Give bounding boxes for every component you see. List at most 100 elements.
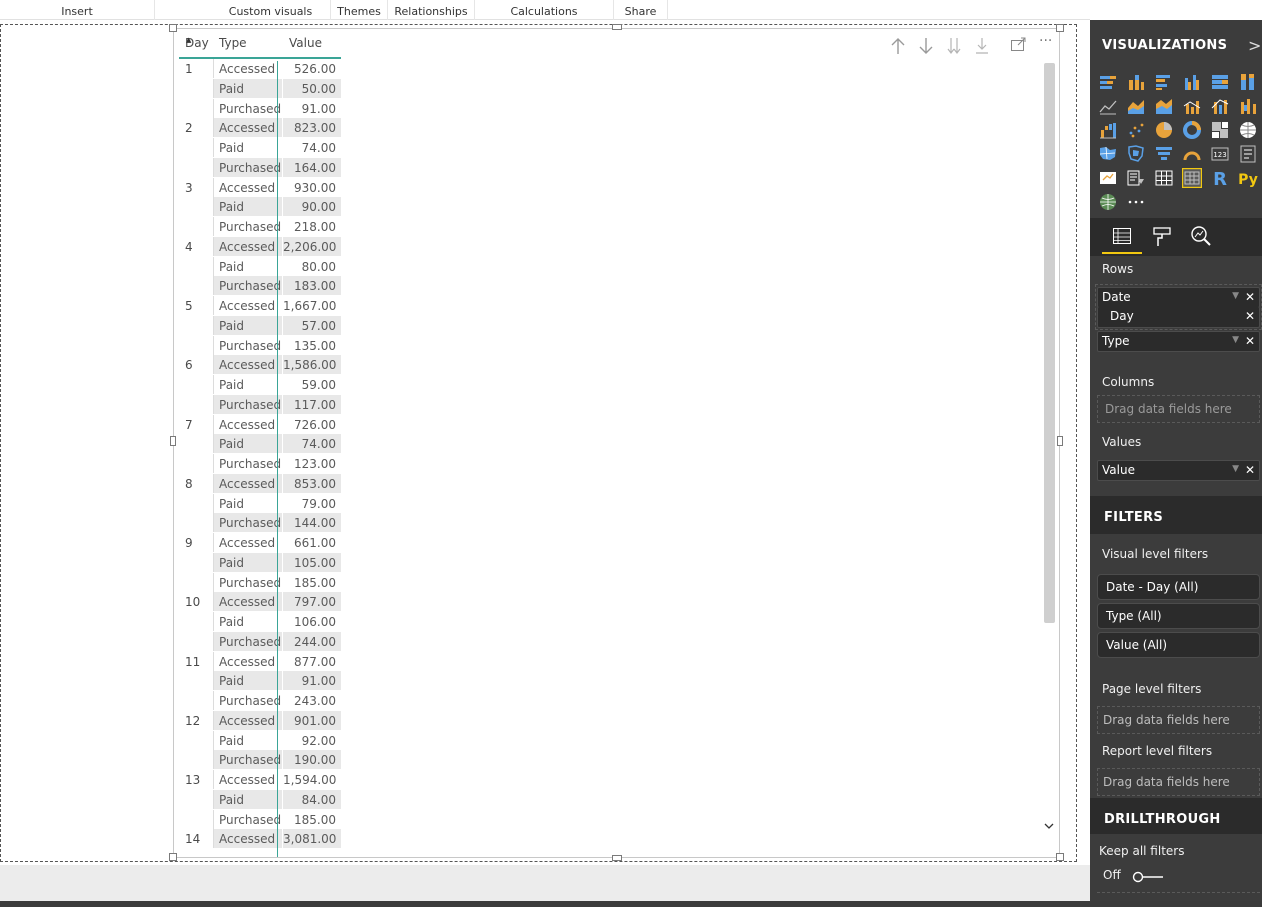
scatter-chart-icon[interactable] bbox=[1126, 120, 1146, 140]
ribbon-group-insert[interactable]: Insert bbox=[0, 0, 155, 20]
table-row[interactable]: Purchased 144.00 bbox=[179, 513, 341, 533]
table-row[interactable]: 1 Accessed 526.00 bbox=[179, 59, 341, 79]
area-chart-icon[interactable] bbox=[1126, 96, 1146, 116]
rows-field-date[interactable]: Date ▼ ✕ bbox=[1097, 287, 1260, 308]
table-row[interactable]: Purchased 91.00 bbox=[179, 98, 341, 119]
analytics-magnifier-icon[interactable] bbox=[1190, 225, 1212, 251]
table-row[interactable]: 12 Accessed 901.00 bbox=[179, 710, 341, 731]
filter-card-value[interactable]: Value (All) bbox=[1097, 632, 1260, 658]
more-options-icon[interactable]: ··· bbox=[1039, 33, 1052, 49]
waterfall-icon[interactable] bbox=[1098, 120, 1118, 140]
matrix-icon[interactable] bbox=[1181, 167, 1203, 189]
map-icon[interactable] bbox=[1238, 120, 1258, 140]
table-row[interactable]: Purchased 135.00 bbox=[179, 335, 341, 356]
column-header-type[interactable]: Type bbox=[219, 36, 247, 50]
table-row[interactable]: 11 Accessed 877.00 bbox=[179, 651, 341, 672]
table-row[interactable]: Purchased 185.00 bbox=[179, 809, 341, 830]
table-row[interactable]: Purchased 123.00 bbox=[179, 454, 341, 474]
kpi-icon[interactable] bbox=[1098, 168, 1118, 188]
table-row[interactable]: Paid 106.00 bbox=[179, 612, 341, 632]
rows-field-day[interactable]: Day ✕ bbox=[1097, 307, 1260, 328]
ribbon-group-calculations[interactable]: Calculations bbox=[475, 0, 614, 20]
report-canvas[interactable]: Day Type Value ▲ 1 Accessed 526.00 Paid 50.0… bbox=[0, 20, 1090, 865]
ribbon-group-share[interactable]: Share bbox=[614, 0, 668, 20]
table-row[interactable]: 14 Accessed 3,081.00 bbox=[179, 829, 341, 849]
funnel-icon[interactable] bbox=[1154, 144, 1174, 164]
table-row[interactable]: 4 Accessed 2,206.00 bbox=[179, 236, 341, 257]
stacked-bar-icon[interactable] bbox=[1098, 72, 1118, 92]
pie-chart-icon[interactable] bbox=[1154, 120, 1174, 140]
filter-card-date-day[interactable]: Date - Day (All) bbox=[1097, 574, 1260, 600]
vertical-scrollbar[interactable] bbox=[1044, 63, 1055, 623]
table-row[interactable]: 10 Accessed 797.00 bbox=[179, 592, 341, 612]
table-row[interactable]: Purchased 190.00 bbox=[179, 750, 341, 770]
more-visuals-icon[interactable] bbox=[1126, 192, 1146, 212]
columns-drop-zone[interactable]: Drag data fields here bbox=[1097, 395, 1260, 423]
remove-field-icon[interactable]: ✕ bbox=[1245, 461, 1255, 480]
table-row[interactable]: Paid 91.00 bbox=[179, 671, 341, 691]
table-row[interactable]: 7 Accessed 726.00 bbox=[179, 414, 341, 435]
drill-up-icon[interactable] bbox=[890, 37, 906, 59]
shape-map-icon[interactable] bbox=[1126, 144, 1146, 164]
table-row[interactable]: 9 Accessed 661.00 bbox=[179, 533, 341, 553]
resize-handle-bottom-left[interactable] bbox=[169, 853, 177, 861]
donut-chart-icon[interactable] bbox=[1182, 120, 1202, 140]
100-stacked-column-icon[interactable] bbox=[1238, 72, 1258, 92]
report-filters-drop-zone[interactable]: Drag data fields here bbox=[1097, 768, 1260, 796]
line-chart-icon[interactable] bbox=[1098, 96, 1118, 116]
table-row[interactable]: Purchased 117.00 bbox=[179, 394, 341, 415]
table-row[interactable]: Paid 84.00 bbox=[179, 789, 341, 810]
gauge-icon[interactable] bbox=[1182, 144, 1202, 164]
table-row[interactable]: Purchased 218.00 bbox=[179, 217, 341, 237]
table-row[interactable]: 8 Accessed 853.00 bbox=[179, 473, 341, 494]
ribbon-group-relationships[interactable]: Relationships bbox=[388, 0, 475, 20]
drill-down-icon[interactable] bbox=[918, 37, 934, 59]
table-row[interactable]: Paid 57.00 bbox=[179, 315, 341, 336]
clustered-bar-icon[interactable] bbox=[1154, 72, 1174, 92]
table-row[interactable]: Paid 74.00 bbox=[179, 434, 341, 454]
table-row[interactable]: Purchased 244.00 bbox=[179, 631, 341, 652]
table-row[interactable]: Paid 90.00 bbox=[179, 197, 341, 217]
table-icon[interactable] bbox=[1154, 168, 1174, 188]
table-row[interactable]: 13 Accessed 1,594.00 bbox=[179, 770, 341, 790]
filters-title[interactable]: FILTERS bbox=[1104, 510, 1163, 525]
table-row[interactable]: Purchased 243.00 bbox=[179, 691, 341, 711]
r-visual-icon[interactable]: R bbox=[1210, 168, 1230, 190]
table-row[interactable]: 6 Accessed 1,586.00 bbox=[179, 355, 341, 375]
table-row[interactable]: Paid 105.00 bbox=[179, 552, 341, 573]
resize-handle-right[interactable] bbox=[1057, 436, 1063, 446]
filter-card-type[interactable]: Type (All) bbox=[1097, 603, 1260, 629]
remove-field-icon[interactable]: ✕ bbox=[1245, 332, 1255, 351]
format-paint-roller-icon[interactable] bbox=[1152, 226, 1172, 252]
resize-handle-top-right[interactable] bbox=[1056, 24, 1064, 32]
resize-handle-top-left[interactable] bbox=[169, 24, 177, 32]
collapse-pane-chevron-icon[interactable]: > bbox=[1248, 36, 1261, 55]
line-clustered-column-icon[interactable] bbox=[1182, 96, 1202, 116]
resize-handle-bottom-right[interactable] bbox=[1056, 853, 1064, 861]
scroll-down-chevron-icon[interactable] bbox=[1044, 819, 1054, 833]
table-row[interactable]: Paid 74.00 bbox=[179, 138, 341, 158]
table-row[interactable]: Paid 79.00 bbox=[179, 493, 341, 514]
table-row[interactable]: Paid 80.00 bbox=[179, 256, 341, 277]
expand-next-level-icon[interactable] bbox=[974, 37, 990, 59]
table-row[interactable]: 5 Accessed 1,667.00 bbox=[179, 296, 341, 316]
table-row[interactable]: Purchased 185.00 bbox=[179, 572, 341, 593]
treemap-icon[interactable] bbox=[1210, 120, 1230, 140]
dropdown-chevron-icon[interactable]: ▼ bbox=[1232, 287, 1239, 306]
column-header-value[interactable]: Value bbox=[289, 36, 322, 50]
card-icon[interactable]: 123 bbox=[1210, 144, 1230, 164]
dropdown-chevron-icon[interactable]: ▼ bbox=[1232, 460, 1239, 479]
slicer-icon[interactable] bbox=[1126, 168, 1146, 188]
fields-tab-icon[interactable] bbox=[1112, 226, 1132, 250]
100-stacked-bar-icon[interactable] bbox=[1210, 72, 1230, 92]
resize-handle-left[interactable] bbox=[170, 436, 176, 446]
filled-map-icon[interactable] bbox=[1098, 144, 1118, 164]
line-stacked-column-icon[interactable] bbox=[1210, 96, 1230, 116]
ribbon-chart-icon[interactable] bbox=[1238, 96, 1258, 116]
focus-mode-icon[interactable] bbox=[1010, 37, 1026, 57]
table-row[interactable]: Purchased 164.00 bbox=[179, 157, 341, 178]
drillthrough-drop-zone[interactable] bbox=[1097, 892, 1260, 901]
table-row[interactable]: 3 Accessed 930.00 bbox=[179, 177, 341, 198]
resize-handle-bottom[interactable] bbox=[612, 855, 622, 861]
matrix-visual[interactable]: Day Type Value ▲ 1 Accessed 526.00 Paid 50.0… bbox=[173, 28, 1060, 858]
